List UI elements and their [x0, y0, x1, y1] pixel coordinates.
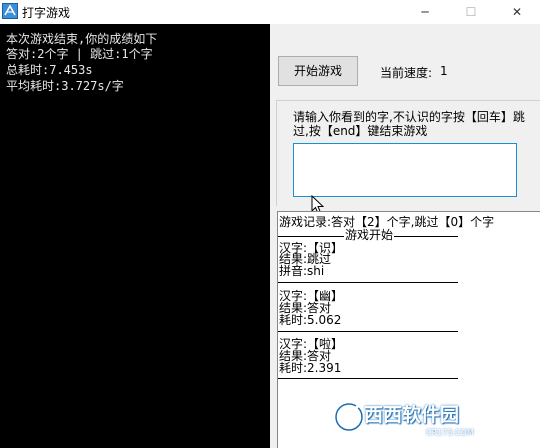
console-output: 本次游戏结束,你的成绩如下 答对:2个字 | 跳过:1个字 总耗时:7.453s… [0, 24, 270, 448]
console-line: 答对:2个字 | 跳过:1个字 [6, 47, 153, 61]
log-extra: 耗时:2.391 [279, 361, 342, 375]
speed-value: 1 [440, 64, 448, 78]
log-header: 游戏开始 [344, 228, 395, 242]
watermark-logo-icon [333, 400, 365, 433]
close-button[interactable]: ✕ [494, 0, 540, 24]
watermark-url: CR173.COM [426, 428, 474, 437]
app-icon [2, 3, 18, 19]
console-line: 平均耗时:3.727s/字 [6, 79, 124, 93]
log-extra: 耗时:5.062 [279, 313, 342, 327]
console-line: 总耗时:7.453s [6, 63, 93, 77]
close-icon: ✕ [511, 5, 523, 19]
log-separator [278, 331, 458, 332]
typing-input[interactable] [293, 143, 517, 197]
minimize-button[interactable]: ─ [402, 0, 448, 24]
log-separator [278, 282, 458, 283]
window-title: 打字游戏 [22, 6, 71, 20]
watermark: 西西软件园 CR173.COM [330, 398, 540, 448]
speed-label: 当前速度: [380, 66, 433, 80]
log-extra: 拼音:shi [279, 264, 325, 278]
maximize-icon: ☐ [465, 5, 477, 19]
start-game-button[interactable]: 开始游戏 [278, 56, 358, 86]
console-line: 本次游戏结束,你的成绩如下 [6, 32, 158, 46]
log-separator [278, 378, 458, 379]
instruction-text: 请输入你看到的字,不认识的字按【回车】跳过,按【end】键结束游戏 [293, 110, 525, 138]
maximize-button[interactable]: ☐ [448, 0, 494, 24]
watermark-text: 西西软件园 [364, 404, 460, 426]
input-group: 请输入你看到的字,不认识的字按【回车】跳过,按【end】键结束游戏 [276, 100, 540, 206]
title-bar: 打字游戏 ─ ☐ ✕ [0, 0, 540, 24]
minimize-icon: ─ [421, 5, 429, 19]
